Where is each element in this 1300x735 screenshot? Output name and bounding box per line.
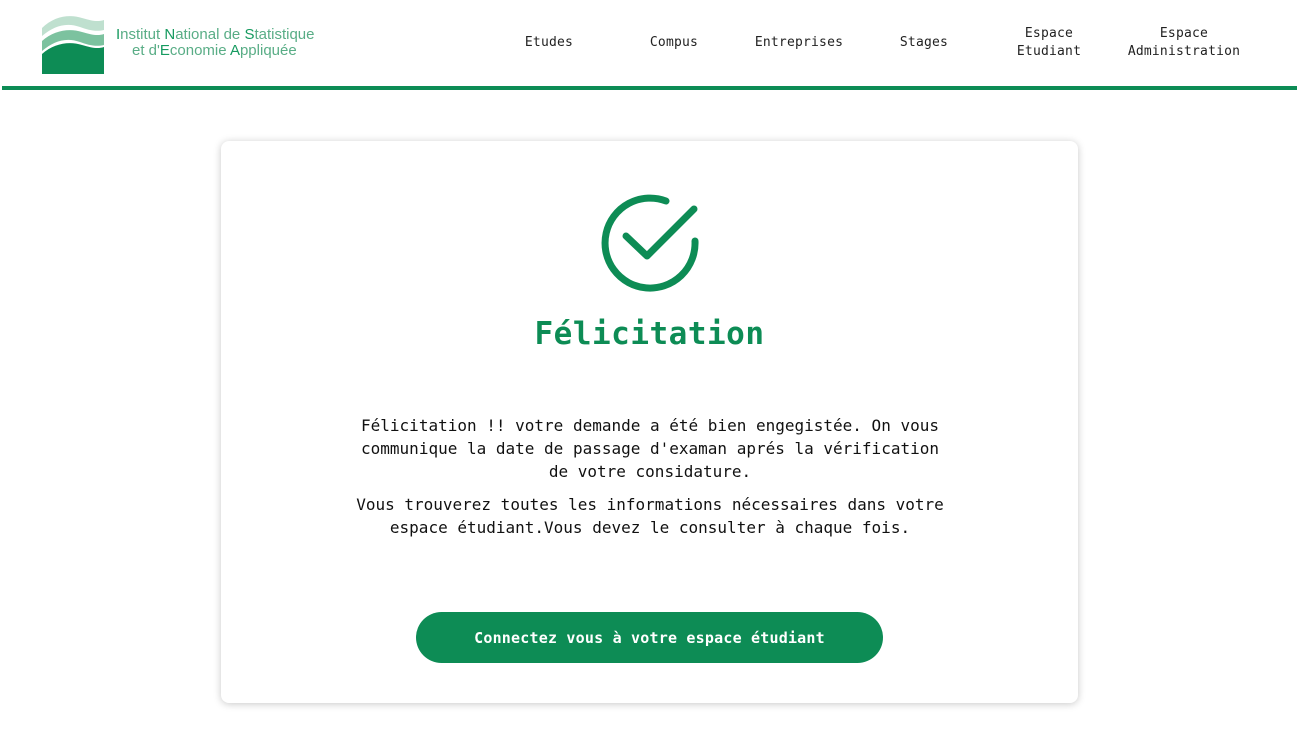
nav-etudes[interactable]: Etudes — [499, 0, 599, 86]
institution-name-line2: et d'Economie Appliquée — [116, 43, 315, 59]
confirmation-title: Félicitation — [534, 316, 765, 352]
logo-word: nstitut — [120, 26, 165, 43]
student-space-login-button[interactable]: Connectez vous à votre espace étudiant — [416, 612, 883, 663]
confirmation-info: Vous trouverez toutes les informations n… — [356, 495, 944, 537]
logo-word: ppliquée — [239, 42, 297, 59]
header-divider — [2, 86, 1297, 90]
nav-espace-etudiant[interactable]: Espace Etudiant — [994, 0, 1104, 86]
institution-name: Institut National de Statistique et d'Ec… — [116, 27, 315, 59]
logo-word: tatistique — [254, 26, 315, 43]
nav-entreprises[interactable]: Entreprises — [744, 0, 854, 86]
nav-compus[interactable]: Compus — [624, 0, 724, 86]
confirmation-message: Félicitation !! votre demande a été bien… — [361, 416, 939, 481]
logo-word: ational de — [175, 26, 245, 43]
confirmation-card: Félicitation Félicitation !! votre deman… — [221, 141, 1078, 703]
logo-letter: N — [164, 26, 176, 43]
logo-word: conomie — [169, 42, 230, 59]
site-header: Institut National de Statistique et d'Ec… — [0, 0, 1300, 91]
nav-espace-administration[interactable]: Espace Administration — [1114, 0, 1254, 86]
logo-word: et d' — [132, 42, 160, 59]
logo-letter: E — [159, 42, 170, 59]
institution-wave-logo-icon — [42, 16, 104, 74]
site-logo[interactable]: Institut National de Statistique et d'Ec… — [40, 14, 340, 76]
logo-letter: S — [244, 26, 255, 43]
check-circle-icon — [601, 194, 699, 292]
logo-letter: A — [229, 42, 240, 59]
institution-name-line1: Institut National de Statistique — [116, 27, 315, 43]
nav-stages[interactable]: Stages — [874, 0, 974, 86]
